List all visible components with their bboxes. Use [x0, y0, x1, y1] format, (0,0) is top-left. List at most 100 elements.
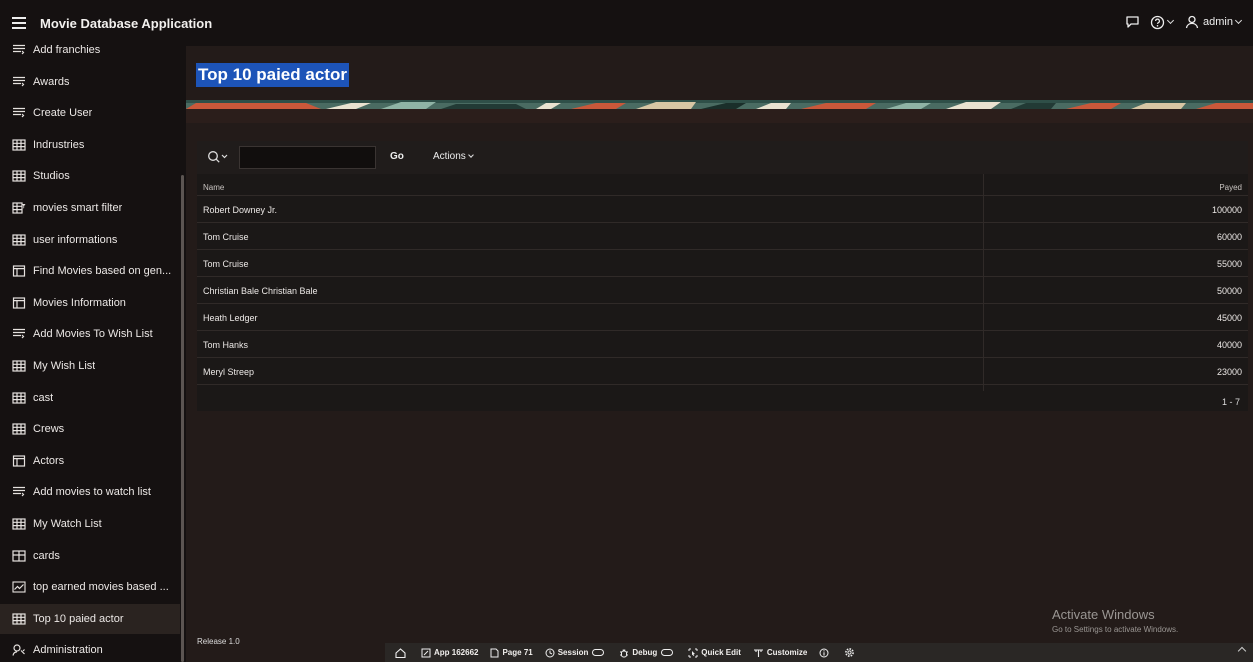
sidebar-item[interactable]: Find Movies based on gen... — [0, 256, 180, 286]
app-title[interactable]: Movie Database Application — [40, 16, 212, 31]
debug-button[interactable]: Debug — [619, 648, 676, 658]
column-header-name[interactable]: Name — [203, 183, 224, 192]
watermark-subtitle: Go to Settings to activate Windows. — [1052, 625, 1179, 634]
header-actions: admin — [1125, 14, 1243, 30]
app-button[interactable]: App 162662 — [421, 648, 478, 658]
cell-payed: 50000 — [1216, 286, 1242, 296]
sidebar-item-label: Indrustries — [33, 138, 85, 151]
sidebar-item[interactable]: Crews — [0, 414, 180, 444]
cell-payed: 45000 — [1216, 313, 1242, 323]
smart-filter-icon — [12, 202, 26, 214]
sidebar-item-label: Awards — [33, 75, 70, 88]
cards-icon — [12, 549, 26, 562]
sidebar-item[interactable]: Studios — [0, 161, 180, 191]
sidebar-item[interactable]: top earned movies based ... — [0, 572, 180, 602]
home-icon — [395, 647, 406, 658]
sidebar-item[interactable]: Add movies to watch list — [0, 477, 180, 507]
sidebar-item[interactable]: cast — [0, 383, 180, 413]
column-header-payed[interactable]: Payed — [1219, 183, 1242, 192]
page-button[interactable]: Page 71 — [490, 648, 533, 658]
help-icon — [1150, 15, 1165, 29]
hero-banner-pattern — [186, 100, 1253, 109]
chevron-up-icon[interactable] — [1237, 646, 1247, 656]
table-row: Tom Cruise 60000 — [197, 223, 1248, 250]
sidebar-item-label: Add movies to watch list — [33, 486, 151, 499]
sidebar-item[interactable]: My Wish List — [0, 351, 180, 381]
gear-icon — [845, 648, 855, 657]
actions-label: Actions — [433, 151, 466, 162]
table-row: Tom Cruise 55000 — [197, 250, 1248, 277]
sidebar-item-label: Crews — [33, 423, 65, 436]
session-label: Session — [557, 648, 589, 657]
sidebar-item[interactable]: cards — [0, 541, 180, 571]
top-header: Movie Database Application admin — [0, 0, 1253, 46]
home-button[interactable] — [395, 647, 409, 658]
sidebar-item[interactable]: movies smart filter — [0, 193, 180, 223]
hamburger-menu-icon[interactable] — [12, 17, 28, 29]
admin-icon — [12, 644, 26, 657]
developer-toolbar: App 162662 Page 71 Session Debug Quick E… — [385, 643, 1253, 662]
settings-button[interactable] — [844, 647, 858, 658]
sidebar-item[interactable]: Movies Information — [0, 288, 180, 318]
sidebar-item-label: user informations — [33, 233, 118, 246]
sidebar-scrollbar[interactable] — [181, 175, 184, 662]
sidebar-item[interactable]: Administration — [0, 635, 180, 662]
session-button[interactable]: Session — [545, 648, 608, 658]
sidebar-nav: Add franchies Awards Create User Indrustrie… — [0, 38, 186, 662]
table-row: Heath Ledger 45000 — [197, 304, 1248, 331]
user-menu-button[interactable]: admin — [1185, 14, 1243, 30]
form-icon — [12, 486, 26, 498]
report-icon — [12, 139, 26, 151]
customize-label: Customize — [766, 648, 808, 657]
report-toolbar: Go Actions — [197, 141, 1248, 174]
report-icon — [12, 518, 26, 530]
actions-menu-button[interactable]: Actions — [433, 151, 475, 162]
pagination-info: 1 - 7 — [1221, 397, 1240, 407]
table-row: Christian Bale Christian Bale 50000 — [197, 277, 1248, 304]
sidebar-item[interactable]: user informations — [0, 225, 180, 255]
quick-edit-button[interactable]: Quick Edit — [688, 648, 741, 658]
cell-payed: 23000 — [1216, 367, 1242, 377]
search-input[interactable] — [239, 146, 376, 169]
app-label: App 162662 — [434, 648, 479, 657]
help-menu-button[interactable] — [1150, 14, 1175, 30]
sidebar-item[interactable]: Indrustries — [0, 130, 180, 160]
sidebar-item-label: cast — [33, 391, 54, 404]
page-icon — [12, 265, 26, 277]
table-row: Meryl Streep 23000 — [197, 358, 1248, 385]
sidebar-item-label: Movies Information — [33, 296, 126, 309]
report-icon — [12, 423, 26, 435]
sidebar-item[interactable]: Top 10 paied actor — [0, 603, 180, 634]
chevron-down-icon — [467, 152, 474, 158]
sidebar-item[interactable]: Awards — [0, 67, 180, 97]
quick-edit-icon — [688, 648, 698, 657]
customize-button[interactable]: Customize — [753, 648, 807, 658]
sidebar-item-label: My Watch List — [33, 518, 102, 530]
sidebar-item[interactable]: Create User — [0, 98, 180, 128]
go-button[interactable]: Go — [390, 151, 404, 162]
sidebar-item[interactable]: Add franchies — [0, 35, 180, 65]
cell-name: Tom Hanks — [203, 340, 249, 350]
report-icon — [12, 233, 26, 246]
sidebar-item-label: My Wish List — [33, 360, 96, 372]
page-label: Page 71 — [502, 648, 533, 657]
sidebar-item-label: Actors — [33, 454, 65, 467]
chart-icon — [12, 581, 26, 593]
sidebar-item-label: Find Movies based on gen... — [33, 265, 172, 278]
search-column-button[interactable] — [207, 150, 229, 166]
sidebar-item[interactable]: Actors — [0, 446, 180, 476]
watermark-title: Activate Windows — [1052, 607, 1155, 622]
feedback-icon[interactable] — [1125, 14, 1140, 30]
info-button[interactable] — [819, 648, 832, 658]
table-row: Tom Hanks 40000 — [197, 331, 1248, 358]
sidebar-item[interactable]: My Watch List — [0, 509, 180, 539]
toggle-icon — [661, 649, 674, 656]
cell-payed: 55000 — [1216, 259, 1242, 269]
cell-name: Robert Downey Jr. — [203, 205, 278, 215]
sidebar-item-label: Administration — [33, 644, 103, 657]
sidebar-item-label: Top 10 paied actor — [33, 612, 124, 625]
interactive-report: Go Actions Name Payed Robert Downey Jr. 1… — [197, 141, 1248, 411]
sidebar-item[interactable]: Add Movies To Wish List — [0, 319, 180, 349]
form-icon — [12, 107, 26, 119]
debug-label: Debug — [632, 648, 658, 657]
